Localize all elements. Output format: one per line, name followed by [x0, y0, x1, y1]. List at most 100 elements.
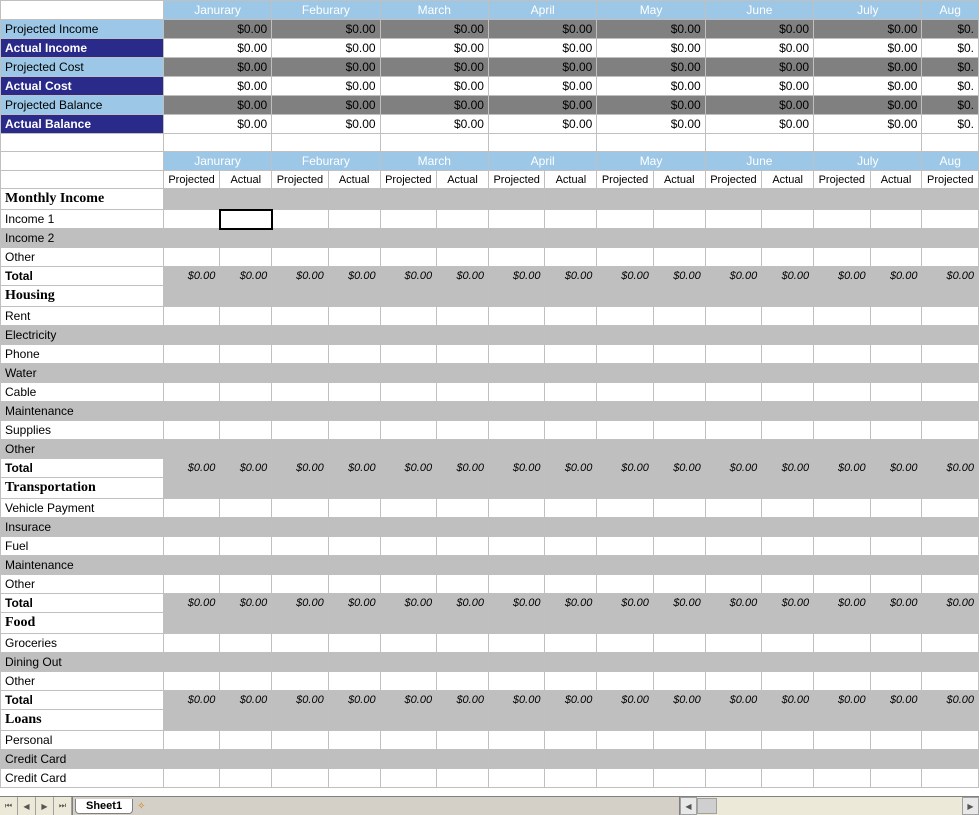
cell[interactable] — [488, 286, 544, 307]
data-cell[interactable] — [380, 731, 436, 750]
data-cell[interactable] — [705, 672, 761, 691]
total-value[interactable]: $0.00 — [272, 594, 328, 613]
data-cell[interactable] — [870, 248, 922, 267]
data-cell[interactable] — [762, 634, 814, 653]
summary-value[interactable]: $0.00 — [380, 77, 488, 96]
tab-nav-prev[interactable]: ◀ — [18, 797, 36, 815]
data-cell[interactable] — [597, 653, 653, 672]
data-cell[interactable] — [220, 364, 272, 383]
cell[interactable] — [762, 189, 814, 210]
data-cell[interactable] — [220, 634, 272, 653]
summary-value[interactable]: $0.00 — [814, 96, 922, 115]
summary-value[interactable]: $0.00 — [705, 96, 813, 115]
data-cell[interactable] — [922, 575, 979, 594]
summary-value[interactable]: $0.00 — [272, 58, 380, 77]
cell[interactable] — [870, 613, 922, 634]
scroll-left-button[interactable]: ◀ — [680, 797, 697, 815]
data-cell[interactable] — [437, 364, 489, 383]
data-cell[interactable] — [437, 210, 489, 229]
data-cell[interactable] — [328, 499, 380, 518]
data-cell[interactable] — [380, 383, 436, 402]
data-cell[interactable] — [163, 210, 219, 229]
data-cell[interactable] — [163, 769, 219, 788]
data-cell[interactable] — [545, 518, 597, 537]
data-cell[interactable] — [328, 229, 380, 248]
data-cell[interactable] — [870, 345, 922, 364]
total-value[interactable]: $0.00 — [922, 691, 979, 710]
data-cell[interactable] — [870, 750, 922, 769]
data-cell[interactable] — [597, 248, 653, 267]
data-cell[interactable] — [272, 210, 328, 229]
cell[interactable] — [328, 478, 380, 499]
scroll-track[interactable] — [697, 797, 962, 815]
data-cell[interactable] — [762, 537, 814, 556]
data-cell[interactable] — [220, 537, 272, 556]
data-cell[interactable] — [762, 307, 814, 326]
data-cell[interactable] — [545, 248, 597, 267]
data-cell[interactable] — [380, 307, 436, 326]
data-cell[interactable] — [328, 326, 380, 345]
data-cell[interactable] — [328, 653, 380, 672]
data-cell[interactable] — [220, 672, 272, 691]
data-cell[interactable] — [705, 326, 761, 345]
cell[interactable] — [545, 613, 597, 634]
summary-value[interactable]: $0.00 — [272, 96, 380, 115]
data-cell[interactable] — [545, 575, 597, 594]
cell[interactable] — [545, 478, 597, 499]
data-cell[interactable] — [380, 364, 436, 383]
data-cell[interactable] — [814, 634, 870, 653]
data-cell[interactable] — [163, 440, 219, 459]
total-value[interactable]: $0.00 — [163, 267, 219, 286]
cell[interactable] — [328, 286, 380, 307]
data-cell[interactable] — [922, 345, 979, 364]
data-cell[interactable] — [762, 326, 814, 345]
sheet-tab-sheet1[interactable]: Sheet1 — [75, 799, 133, 814]
cell[interactable] — [272, 286, 328, 307]
data-cell[interactable] — [597, 402, 653, 421]
data-cell[interactable] — [870, 518, 922, 537]
cell[interactable] — [328, 710, 380, 731]
cell[interactable] — [437, 710, 489, 731]
total-value[interactable]: $0.00 — [653, 267, 705, 286]
data-cell[interactable] — [705, 653, 761, 672]
data-cell[interactable] — [163, 556, 219, 575]
data-cell[interactable] — [705, 229, 761, 248]
summary-value[interactable]: $0. — [922, 39, 979, 58]
data-cell[interactable] — [870, 556, 922, 575]
summary-value[interactable]: $0. — [922, 20, 979, 39]
data-cell[interactable] — [762, 402, 814, 421]
data-cell[interactable] — [545, 307, 597, 326]
data-cell[interactable] — [220, 345, 272, 364]
cell[interactable] — [870, 478, 922, 499]
summary-value[interactable]: $0.00 — [705, 20, 813, 39]
cell[interactable] — [328, 189, 380, 210]
data-cell[interactable] — [545, 421, 597, 440]
data-cell[interactable] — [437, 421, 489, 440]
data-cell[interactable] — [870, 383, 922, 402]
data-cell[interactable] — [163, 653, 219, 672]
summary-value[interactable]: $0.00 — [163, 96, 271, 115]
total-value[interactable]: $0.00 — [437, 459, 489, 478]
data-cell[interactable] — [814, 326, 870, 345]
cell[interactable] — [163, 613, 219, 634]
total-value[interactable]: $0.00 — [705, 594, 761, 613]
data-cell[interactable] — [220, 383, 272, 402]
data-cell[interactable] — [597, 345, 653, 364]
cell[interactable] — [545, 286, 597, 307]
data-cell[interactable] — [597, 575, 653, 594]
summary-value[interactable]: $0.00 — [814, 77, 922, 96]
data-cell[interactable] — [488, 229, 544, 248]
summary-value[interactable]: $0.00 — [488, 96, 596, 115]
data-cell[interactable] — [922, 364, 979, 383]
cell[interactable] — [705, 478, 761, 499]
data-cell[interactable] — [597, 326, 653, 345]
data-cell[interactable] — [272, 326, 328, 345]
data-cell[interactable] — [163, 383, 219, 402]
data-cell[interactable] — [272, 750, 328, 769]
data-cell[interactable] — [814, 440, 870, 459]
data-cell[interactable] — [220, 556, 272, 575]
data-cell[interactable] — [437, 750, 489, 769]
summary-value[interactable]: $0.00 — [597, 77, 705, 96]
data-cell[interactable] — [272, 499, 328, 518]
data-cell[interactable] — [545, 653, 597, 672]
